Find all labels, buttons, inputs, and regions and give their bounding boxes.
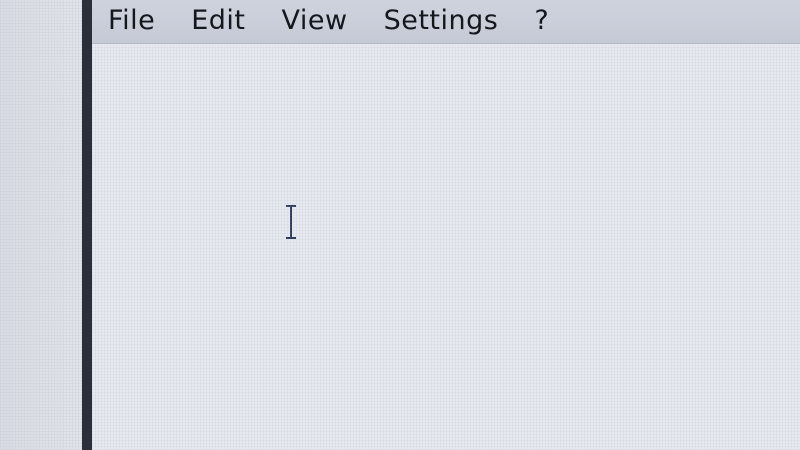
screen: File Edit View Settings ? bbox=[0, 0, 800, 450]
menu-view[interactable]: View bbox=[281, 7, 347, 36]
text-cursor-icon bbox=[286, 205, 296, 239]
menu-settings[interactable]: Settings bbox=[384, 7, 499, 36]
menu-bar: File Edit View Settings ? bbox=[92, 0, 800, 44]
text-area[interactable] bbox=[92, 45, 800, 450]
menu-help[interactable]: ? bbox=[534, 7, 549, 36]
editor-window: File Edit View Settings ? bbox=[82, 0, 800, 450]
desktop-background bbox=[0, 0, 82, 450]
menu-edit[interactable]: Edit bbox=[191, 7, 245, 36]
menu-file[interactable]: File bbox=[108, 7, 155, 36]
